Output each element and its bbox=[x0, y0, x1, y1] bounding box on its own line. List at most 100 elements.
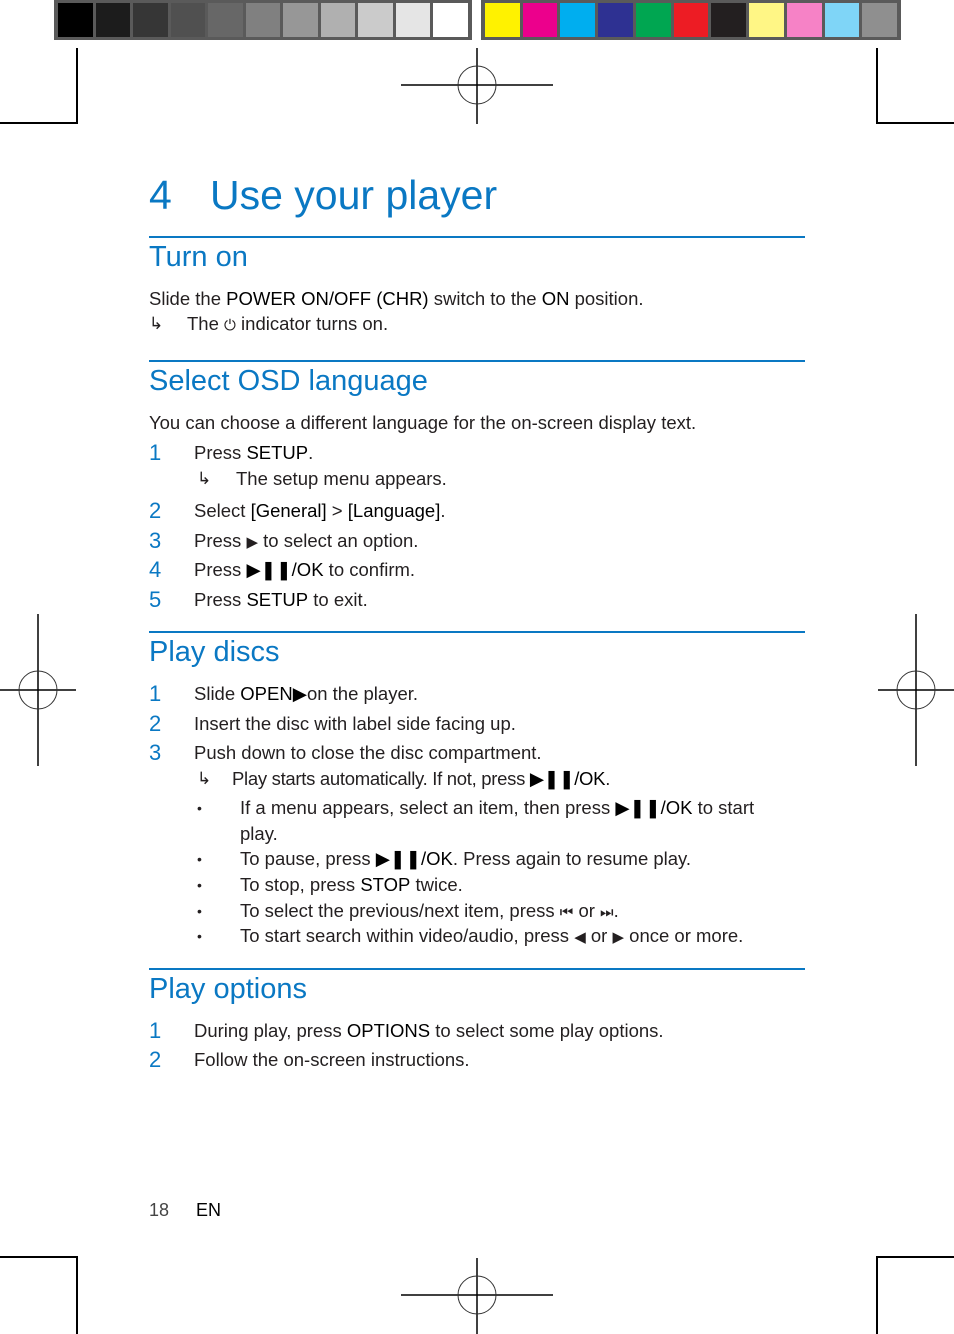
gray-swatch bbox=[133, 3, 168, 37]
registration-mark-icon bbox=[401, 48, 553, 124]
grayscale-color-bar bbox=[54, 0, 472, 40]
osd-step-4: Press ▶❚❚/OK to confirm. bbox=[194, 559, 415, 581]
bullet-icon: • bbox=[197, 903, 202, 919]
play-discs-bullet-4: To select the previous/next item, press … bbox=[240, 900, 619, 922]
section-divider bbox=[149, 631, 805, 633]
play-discs-bullet-2: To pause, press ▶❚❚/OK. Press again to r… bbox=[240, 848, 691, 870]
gray-swatch bbox=[358, 3, 393, 37]
crop-mark bbox=[76, 1256, 78, 1334]
options-label: OPTIONS bbox=[346, 1020, 431, 1041]
text: . bbox=[440, 500, 446, 521]
gray-swatch bbox=[245, 3, 281, 37]
play-pause-ok-label: ▶❚❚/OK bbox=[529, 768, 606, 789]
left-arrow-icon: ◀ bbox=[574, 929, 586, 946]
step-number: 2 bbox=[149, 498, 162, 523]
play-options-step-1: During play, press OPTIONS to select som… bbox=[194, 1020, 664, 1042]
language-code: EN bbox=[196, 1200, 222, 1220]
text: . bbox=[613, 900, 619, 921]
bullet-icon: • bbox=[197, 800, 202, 816]
play-discs-bullet-1-cont: play. bbox=[240, 823, 278, 844]
color-swatch bbox=[749, 3, 784, 37]
osd-step-1-result: The setup menu appears. bbox=[236, 468, 447, 489]
step-number: 1 bbox=[149, 1018, 162, 1043]
play-discs-step-3-result: Play starts automatically. If not, press… bbox=[232, 768, 610, 790]
step-number: 1 bbox=[149, 681, 162, 706]
text: Select bbox=[194, 500, 251, 521]
menu-general-label: [General] bbox=[250, 500, 327, 521]
gray-swatch bbox=[320, 3, 356, 37]
osd-intro: You can choose a different language for … bbox=[149, 412, 697, 433]
color-swatch bbox=[673, 3, 709, 37]
color-swatch bbox=[560, 3, 596, 37]
text: . bbox=[308, 442, 314, 463]
previous-icon: ⏮ bbox=[559, 904, 574, 921]
color-swatch bbox=[485, 3, 520, 37]
play-pause-ok-label: ▶❚❚/OK bbox=[615, 797, 693, 818]
play-discs-step-3: Push down to close the disc compartment. bbox=[194, 742, 542, 763]
text: to start bbox=[692, 797, 755, 818]
section-heading-play-discs: Play discs bbox=[149, 636, 280, 668]
crop-mark bbox=[876, 48, 878, 124]
next-icon: ⏭ bbox=[600, 904, 614, 921]
section-heading-osd: Select OSD language bbox=[149, 365, 428, 397]
step-number: 2 bbox=[149, 711, 162, 736]
registration-mark-icon bbox=[878, 614, 954, 766]
crop-mark bbox=[877, 1256, 954, 1258]
play-pause-ok-label: ▶❚❚/OK bbox=[246, 559, 324, 580]
setup-label: SETUP bbox=[246, 442, 309, 463]
text: or bbox=[573, 900, 601, 921]
crop-mark bbox=[876, 1256, 878, 1334]
setup-label: SETUP bbox=[246, 589, 309, 610]
section-heading-turn-on: Turn on bbox=[149, 241, 248, 273]
text: Press bbox=[194, 589, 247, 610]
text: During play, press bbox=[194, 1020, 347, 1041]
text: position. bbox=[569, 288, 644, 309]
result-arrow-icon: ↳ bbox=[197, 469, 212, 488]
step-number: 5 bbox=[149, 587, 162, 612]
text: The bbox=[187, 313, 225, 334]
turn-on-result: The ⏻ indicator turns on. bbox=[187, 313, 388, 335]
play-discs-bullet-3: To stop, press STOP twice. bbox=[240, 874, 463, 896]
text: Slide the bbox=[149, 288, 227, 309]
color-swatch bbox=[522, 3, 558, 37]
play-discs-bullet-1: If a menu appears, select an item, then … bbox=[240, 797, 754, 819]
text: Press bbox=[194, 442, 247, 463]
osd-step-3: Press ▶ to select an option. bbox=[194, 530, 418, 552]
stop-label: STOP bbox=[360, 874, 411, 895]
crop-mark bbox=[76, 48, 78, 124]
gray-swatch bbox=[208, 3, 243, 37]
play-pause-ok-label: ▶❚❚/OK bbox=[375, 848, 453, 869]
text: > bbox=[326, 500, 348, 521]
power-indicator-icon: ⏻ bbox=[224, 317, 236, 334]
chapter-title-text: Use your player bbox=[210, 172, 498, 218]
color-swatch bbox=[824, 3, 860, 37]
bullet-icon: • bbox=[197, 851, 202, 867]
text: Play starts automatically. If not, press bbox=[232, 768, 530, 789]
text: Press bbox=[194, 530, 247, 551]
menu-language-label: [Language] bbox=[347, 500, 441, 521]
page-footer: 18 EN bbox=[149, 1200, 221, 1221]
text: to confirm. bbox=[323, 559, 416, 580]
bullet-icon: • bbox=[197, 928, 202, 944]
play-discs-bullet-5: To start search within video/audio, pres… bbox=[240, 925, 743, 947]
text: To select the previous/next item, press bbox=[240, 900, 560, 921]
text: . bbox=[605, 768, 611, 789]
turn-on-instruction: Slide the POWER ON/OFF (CHR) switch to t… bbox=[149, 288, 644, 310]
color-swatch bbox=[711, 3, 747, 37]
step-number: 1 bbox=[149, 440, 162, 465]
section-divider bbox=[149, 236, 805, 238]
osd-step-5: Press SETUP to exit. bbox=[194, 589, 368, 611]
crop-mark bbox=[0, 1256, 77, 1258]
section-divider bbox=[149, 968, 805, 970]
text: to exit. bbox=[308, 589, 368, 610]
crop-mark bbox=[877, 122, 954, 124]
text: to select some play options. bbox=[430, 1020, 664, 1041]
page-number: 18 bbox=[149, 1200, 170, 1220]
step-number: 3 bbox=[149, 740, 162, 765]
gray-swatch bbox=[283, 3, 318, 37]
color-swatch bbox=[598, 3, 633, 37]
on-label: ON bbox=[541, 288, 570, 309]
text: To pause, press bbox=[240, 848, 376, 869]
gray-swatch bbox=[433, 3, 469, 37]
step-number: 3 bbox=[149, 528, 162, 553]
